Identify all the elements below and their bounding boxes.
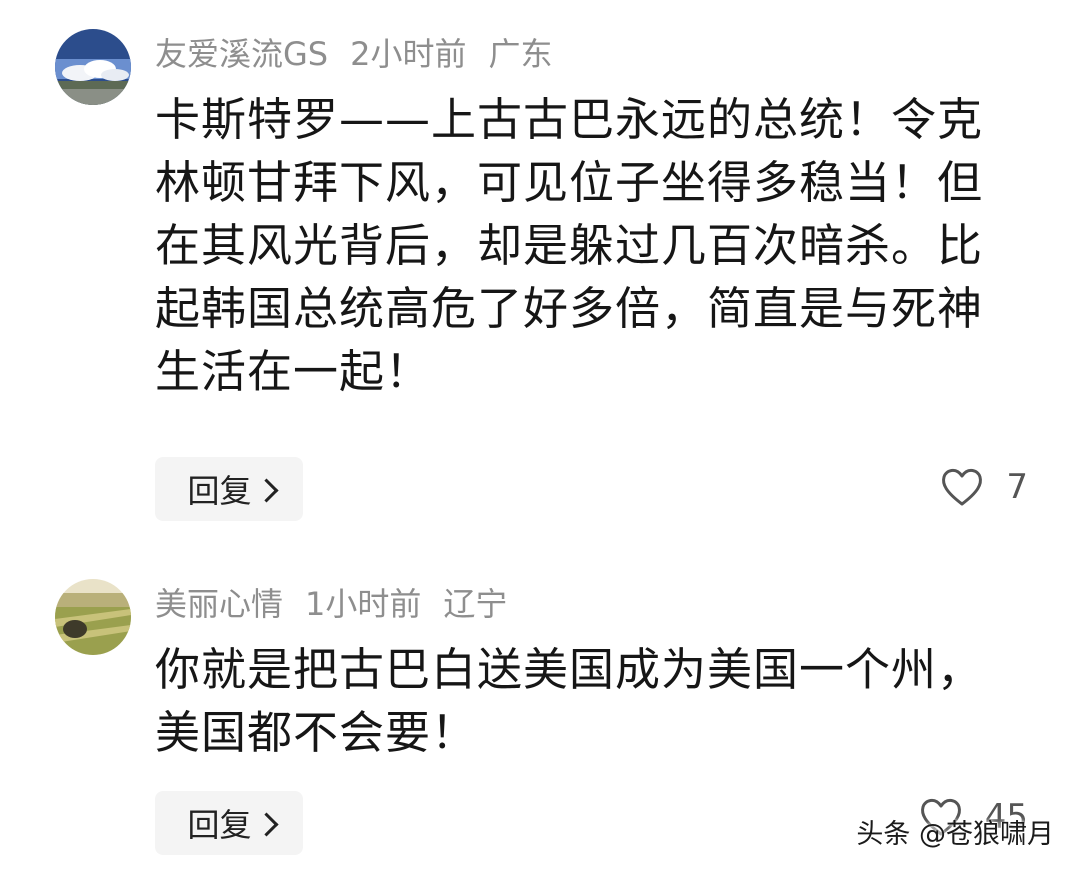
chevron-right-icon (253, 811, 279, 837)
reply-button[interactable]: 回复 (155, 791, 303, 855)
heart-outline-icon (942, 469, 983, 506)
comment-text: 卡斯特罗——上古古巴永远的总统！令克林顿甘拜下风，可见位子坐得多稳当！但在其风光… (155, 93, 984, 398)
avatar[interactable] (55, 29, 131, 105)
username[interactable]: 友爱溪流GS (155, 35, 328, 73)
username[interactable]: 美丽心情 (155, 585, 283, 623)
avatar[interactable] (55, 579, 131, 655)
comment-text: 你就是把古巴白送美国成为美国一个州，美国都不会要！ (155, 643, 984, 759)
avatar-field-image (55, 579, 131, 655)
reply-button[interactable]: 回复 (155, 457, 303, 521)
comment-meta: 美丽心情 1小时前 辽宁 (155, 584, 507, 624)
timestamp: 2小时前 (350, 35, 467, 73)
comment-meta: 友爱溪流GS 2小时前 广东 (155, 34, 553, 74)
avatar-sky-image (55, 29, 131, 105)
comment-item: 友爱溪流GS 2小时前 广东 卡斯特罗——上古古巴永远的总统！令克林顿甘拜下风，可见… (0, 0, 1080, 560)
like-button[interactable]: 7 (940, 466, 1028, 508)
reply-label: 回复 (187, 806, 252, 844)
reply-label: 回复 (187, 472, 252, 510)
location: 广东 (488, 35, 553, 73)
location: 辽宁 (443, 585, 508, 623)
timestamp: 1小时前 (305, 585, 422, 623)
watermark: 头条 @苍狼啸月 (856, 819, 1054, 850)
like-count: 7 (1006, 467, 1028, 507)
chevron-right-icon (253, 477, 279, 503)
